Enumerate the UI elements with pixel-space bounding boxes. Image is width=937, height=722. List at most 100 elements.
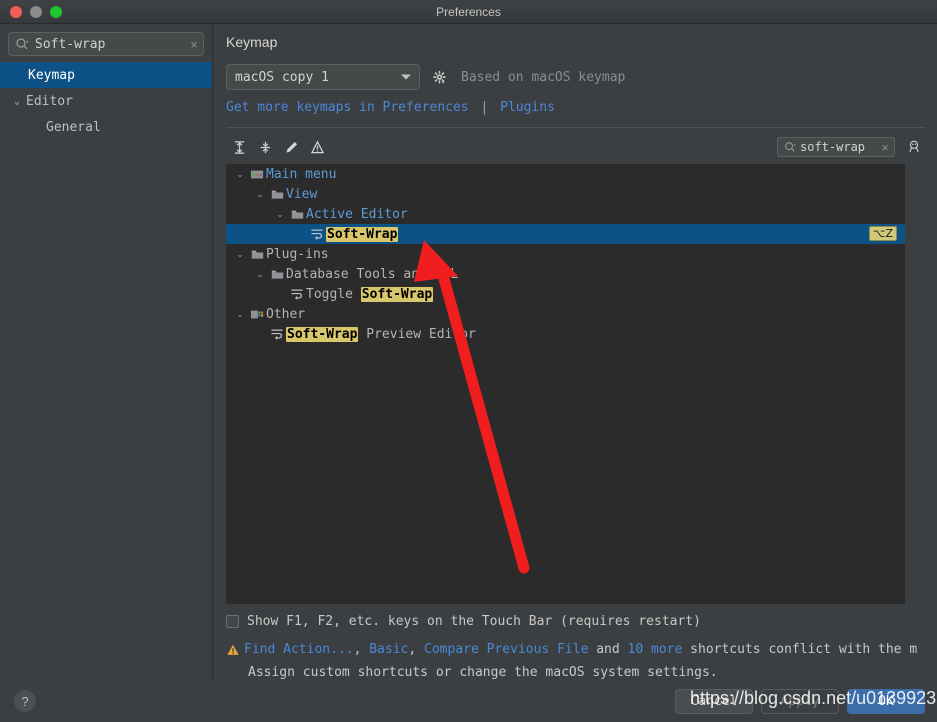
conflicts-warning-icon[interactable]	[304, 136, 330, 158]
basic-link[interactable]: Basic	[369, 642, 408, 657]
find-action-link[interactable]: Find Action...	[244, 642, 354, 657]
warning-tail-text: shortcuts conflict with the m	[690, 642, 918, 657]
warning-triangle-icon	[226, 643, 244, 661]
sidebar-search-input[interactable]: Soft-wrap	[35, 37, 185, 52]
comma-1: ,	[353, 642, 362, 657]
sidebar-item-general[interactable]: General	[0, 114, 212, 140]
search-icon	[784, 140, 798, 154]
window-title: Preferences	[436, 4, 501, 19]
touchbar-checkbox[interactable]	[226, 615, 239, 628]
chevron-down-icon[interactable]: ⌄	[10, 96, 24, 107]
tree-row-label: Other	[266, 306, 306, 322]
tree-row[interactable]: ⌄ Plug-ins	[226, 244, 905, 264]
chevron-down-icon[interactable]: ⌄	[252, 189, 268, 200]
keymap-links-row: Get more keymaps in Preferences | Plugin…	[226, 100, 937, 115]
chevron-down-icon[interactable]: ⌄	[232, 169, 248, 180]
tree-row-label: View	[286, 186, 318, 202]
gear-icon[interactable]	[432, 70, 447, 85]
clear-tree-search-icon[interactable]: ×	[876, 140, 894, 155]
other-icon	[248, 308, 266, 321]
tree-row[interactable]: ⌄ Database Tools and SQL	[226, 264, 905, 284]
traffic-light-group	[10, 5, 62, 18]
find-by-shortcut-icon[interactable]	[903, 136, 925, 158]
touchbar-option-label: Show F1, F2, etc. keys on the Touch Bar …	[247, 614, 701, 629]
soft-wrap-action-icon	[288, 288, 306, 300]
tree-row[interactable]: ⌄ View	[226, 184, 905, 204]
tree-row[interactable]: · Toggle Soft-Wrap	[226, 284, 905, 304]
sidebar-item-editor[interactable]: ⌄ Editor	[0, 88, 212, 114]
chevron-down-icon[interactable]: ⌄	[272, 209, 288, 220]
clear-search-icon[interactable]: ×	[185, 37, 203, 52]
tree-row[interactable]: · Soft-Wrap Preview Editor	[226, 324, 905, 344]
cancel-button[interactable]: Cancel	[675, 689, 753, 714]
chevron-down-icon[interactable]: ⌄	[232, 249, 248, 260]
keymap-tree-toolbar: soft-wrap ×	[226, 134, 925, 160]
warning-text-container: Find Action..., Basic, Compare Previous …	[244, 642, 917, 657]
and-word: and	[596, 642, 620, 657]
sidebar-item-keymap[interactable]: Keymap	[0, 62, 212, 88]
folder-icon	[288, 208, 306, 221]
window-titlebar: Preferences	[0, 0, 937, 24]
edit-pencil-icon[interactable]	[278, 136, 304, 158]
folder-icon	[268, 188, 286, 201]
settings-sidebar: Soft-wrap × Keymap ⌄ Editor General	[0, 24, 213, 682]
apply-button[interactable]: Apply	[761, 689, 839, 714]
tree-row[interactable]: · Soft-Wrap ⌥Z	[226, 224, 905, 244]
footer-button-group: Cancel Apply OK	[675, 689, 925, 714]
sidebar-item-label: Keymap	[28, 67, 75, 83]
collapse-all-icon[interactable]	[252, 136, 278, 158]
sidebar-item-label: General	[46, 119, 101, 135]
tree-indent-spacer: ·	[252, 329, 268, 339]
tree-search-input[interactable]: soft-wrap	[800, 140, 876, 154]
close-window-button[interactable]	[10, 5, 22, 18]
tree-row[interactable]: ⌄ Other	[226, 304, 905, 324]
tree-row[interactable]: ⌄ Active Editor	[226, 204, 905, 224]
tree-row-label: Active Editor	[306, 206, 408, 222]
main-menu-icon	[248, 168, 266, 181]
tree-row-label: Soft-Wrap	[326, 226, 399, 242]
keymap-tree[interactable]: ⌄ Main menu ⌄ View ⌄ Active Editor · Soft-Wrap ⌥…	[226, 164, 905, 604]
plugins-link[interactable]: Plugins	[500, 100, 555, 115]
sidebar-item-label: Editor	[26, 93, 73, 109]
tree-row-label: Toggle Soft-Wrap	[306, 286, 434, 302]
dialog-footer: ? Cancel Apply OK	[0, 682, 937, 722]
chevron-down-icon[interactable]	[401, 74, 411, 80]
comma-2: ,	[408, 642, 417, 657]
tree-row-label: Database Tools and SQL	[286, 266, 459, 282]
ten-more-link[interactable]: 10 more	[628, 642, 683, 657]
warning-line-2: Assign custom shortcuts or change the ma…	[248, 665, 718, 680]
keymap-select-value: macOS copy 1	[235, 69, 329, 85]
based-on-label: Based on macOS keymap	[461, 69, 626, 85]
section-divider	[226, 127, 925, 128]
search-match-highlight: Soft-Wrap	[286, 326, 359, 342]
compare-previous-file-link[interactable]: Compare Previous File	[424, 642, 588, 657]
tree-row[interactable]: ⌄ Main menu	[226, 164, 905, 184]
expand-all-icon[interactable]	[226, 136, 252, 158]
page-title: Keymap	[226, 34, 278, 50]
get-more-keymaps-link[interactable]: Get more keymaps in Preferences	[226, 100, 469, 115]
search-icon	[15, 37, 29, 51]
minimize-window-button[interactable]	[30, 5, 42, 18]
search-match-highlight: Soft-Wrap	[326, 226, 399, 242]
keymap-select[interactable]: macOS copy 1	[226, 64, 420, 90]
warning-line-1: Find Action..., Basic, Compare Previous …	[226, 642, 937, 661]
maximize-window-button[interactable]	[50, 5, 62, 18]
tree-row-label: Main menu	[266, 166, 337, 182]
chevron-down-icon[interactable]: ⌄	[232, 309, 248, 320]
sidebar-search-wrap: Soft-wrap ×	[0, 24, 212, 62]
shortcut-conflict-warning: Find Action..., Basic, Compare Previous …	[226, 642, 937, 680]
sidebar-search-box[interactable]: Soft-wrap ×	[8, 32, 204, 56]
chevron-down-icon[interactable]: ⌄	[252, 269, 268, 280]
help-button[interactable]: ?	[14, 690, 36, 712]
shortcut-badge: ⌥Z	[868, 226, 897, 241]
touchbar-option-row[interactable]: Show F1, F2, etc. keys on the Touch Bar …	[226, 614, 701, 629]
tree-indent-spacer: ·	[272, 289, 288, 299]
soft-wrap-action-icon	[268, 328, 286, 340]
folder-icon	[248, 248, 266, 261]
search-match-highlight: Soft-Wrap	[360, 286, 434, 302]
soft-wrap-action-icon	[308, 228, 326, 240]
ok-button[interactable]: OK	[847, 689, 925, 714]
link-separator: |	[480, 100, 489, 115]
tree-search-box[interactable]: soft-wrap ×	[777, 137, 895, 157]
tree-row-label: Soft-Wrap Preview Editor	[286, 326, 476, 342]
